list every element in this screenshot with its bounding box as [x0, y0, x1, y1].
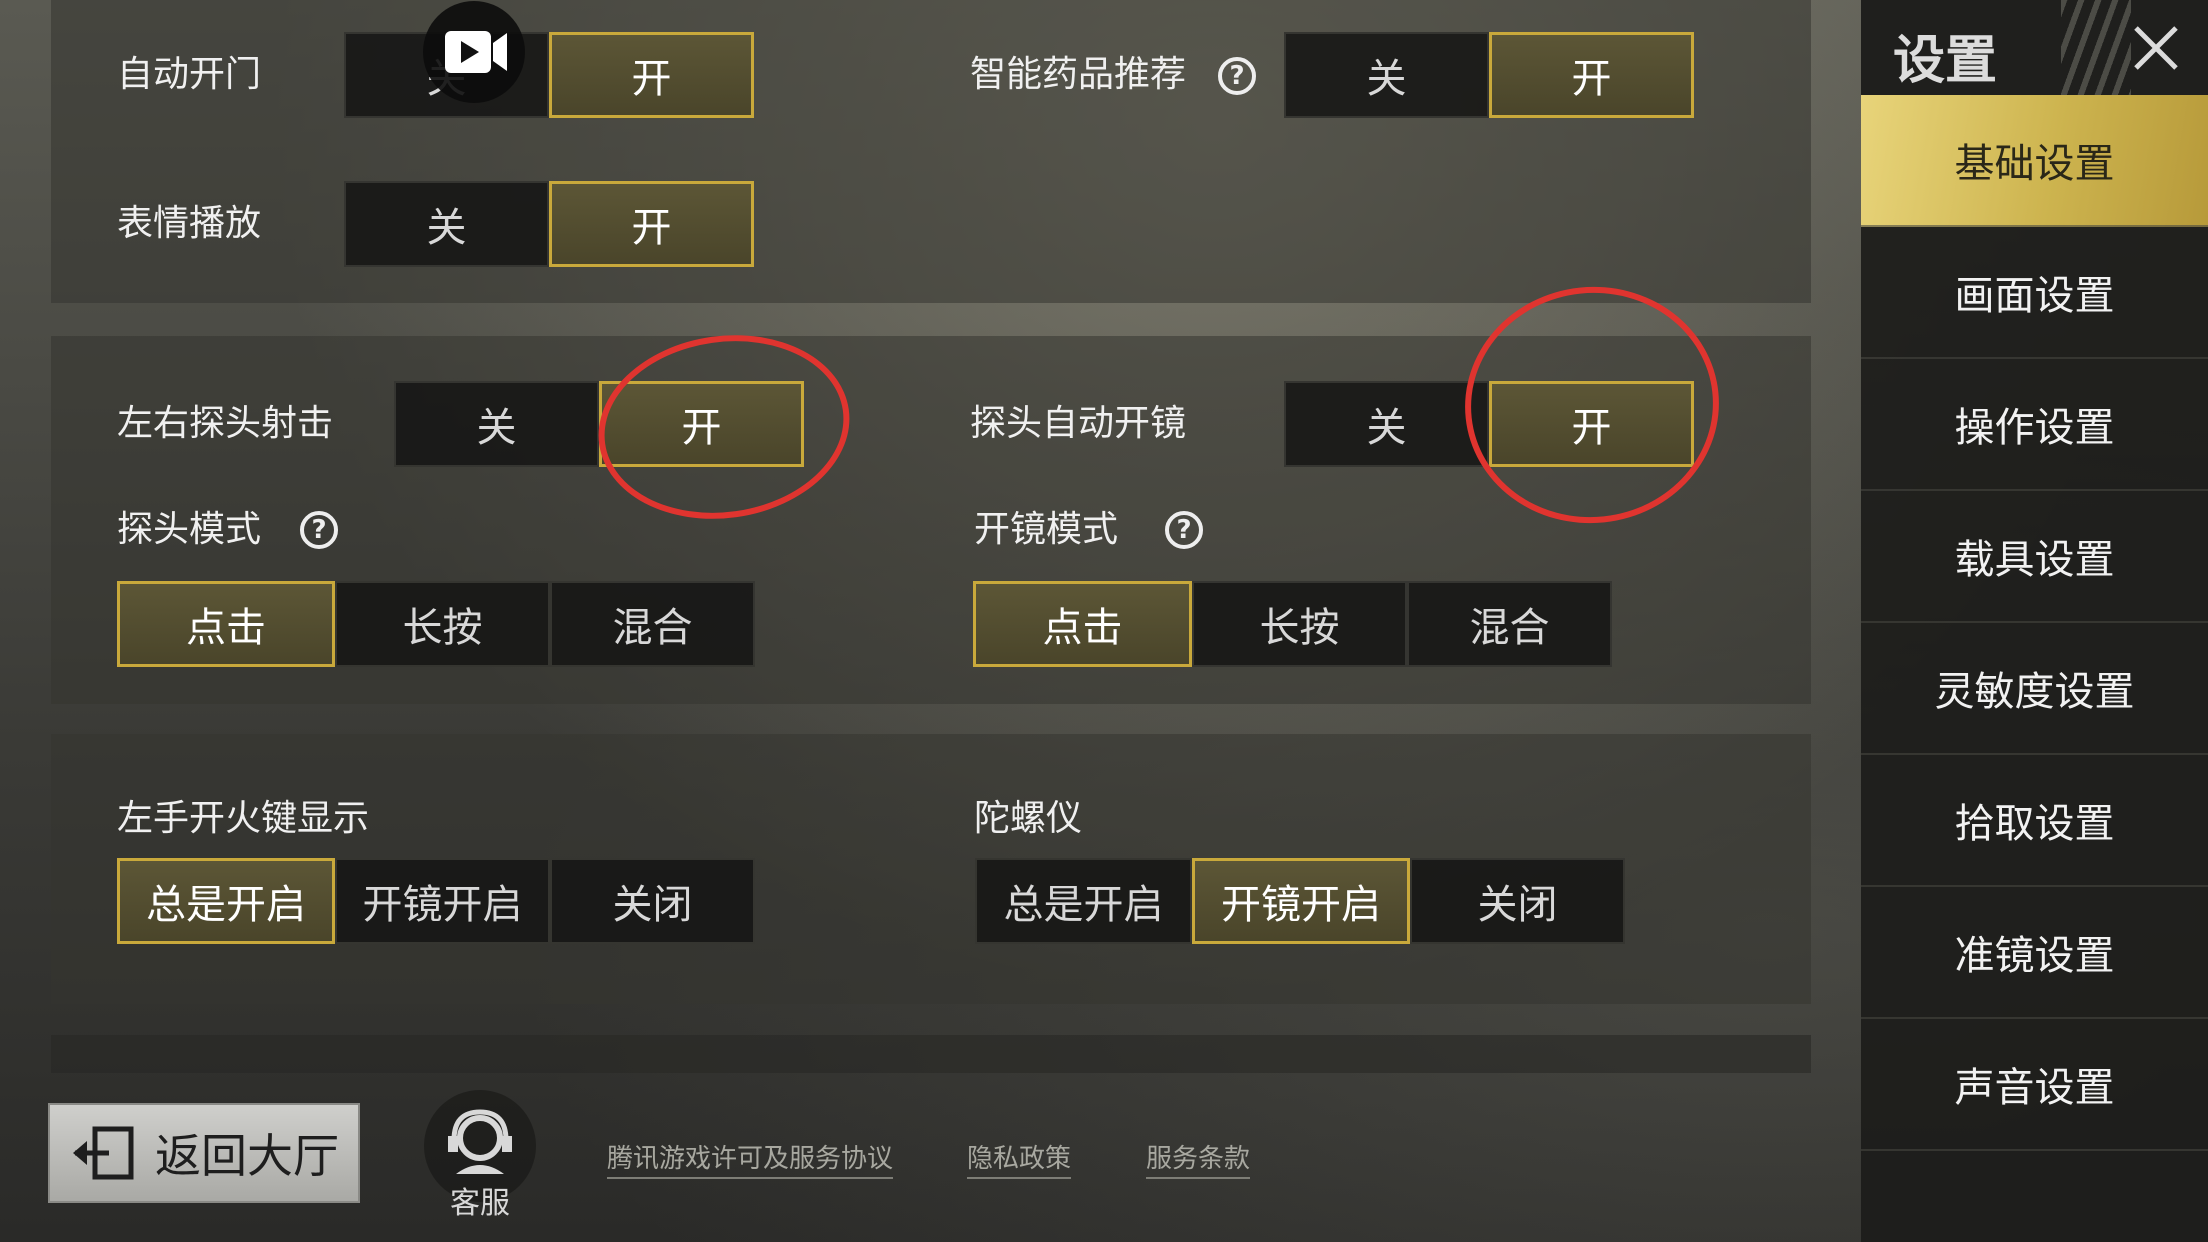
gyroscope-scoped[interactable]: 开镜开启	[1192, 858, 1410, 944]
emote-play-on[interactable]: 开	[549, 181, 754, 267]
header-decoration	[2061, 0, 2131, 95]
lean-mode-tap[interactable]: 点击	[117, 581, 335, 667]
auto-door-on[interactable]: 开	[549, 32, 754, 118]
customer-service-label: 客服	[450, 1186, 510, 1221]
close-icon	[2134, 26, 2178, 70]
lean-fire-off[interactable]: 关	[394, 381, 599, 467]
left-fire-display-label: 左手开火键显示	[117, 798, 370, 839]
return-lobby-label: 返回大厅	[155, 1129, 339, 1183]
sidebar-item-sensitivity[interactable]: 灵敏度设置	[1861, 623, 2208, 755]
left-fire-display-selector: 总是开启 开镜开启 关闭	[117, 858, 755, 944]
sidebar-title: 设置	[1893, 31, 1998, 91]
customer-service-button[interactable]: 客服	[420, 1090, 540, 1221]
left-fire-scoped[interactable]: 开镜开启	[335, 858, 550, 944]
gyroscope-off[interactable]: 关闭	[1410, 858, 1625, 944]
lean-fire-label: 左右探头射击	[117, 403, 334, 444]
gyroscope-always[interactable]: 总是开启	[975, 858, 1192, 944]
scope-mode-mixed[interactable]: 混合	[1407, 581, 1612, 667]
emote-play-label: 表情播放	[117, 203, 262, 244]
auto-door-label: 自动开门	[117, 54, 262, 95]
gyroscope-label: 陀螺仪	[974, 798, 1083, 839]
help-icon[interactable]: ?	[300, 511, 338, 549]
smart-meds-label: 智能药品推荐	[970, 54, 1187, 95]
sidebar-item-audio[interactable]: 声音设置	[1861, 1019, 2208, 1151]
help-icon[interactable]: ?	[1218, 57, 1256, 95]
gyroscope-selector: 总是开启 开镜开启 关闭	[975, 858, 1625, 944]
smart-meds-toggle: 关 开	[1284, 32, 1694, 118]
lean-auto-scope-label: 探头自动开镜	[970, 403, 1187, 444]
terms-of-service-link[interactable]: 服务条款	[1146, 1138, 1251, 1179]
scope-mode-hold[interactable]: 长按	[1192, 581, 1407, 667]
left-fire-off[interactable]: 关闭	[550, 858, 755, 944]
settings-panel-extra	[51, 1035, 1811, 1073]
lean-auto-scope-off[interactable]: 关	[1284, 381, 1489, 467]
return-lobby-button[interactable]: 返回大厅	[48, 1103, 360, 1203]
smart-meds-off[interactable]: 关	[1284, 32, 1489, 118]
sidebar-item-controls[interactable]: 操作设置	[1861, 359, 2208, 491]
sidebar-item-vehicle[interactable]: 载具设置	[1861, 491, 2208, 623]
sidebar-item-pickup[interactable]: 拾取设置	[1861, 755, 2208, 887]
lean-mode-label: 探头模式	[117, 509, 262, 550]
lean-mode-hold[interactable]: 长按	[335, 581, 550, 667]
exit-door-icon	[73, 1126, 134, 1180]
sidebar-item-scope[interactable]: 准镜设置	[1861, 887, 2208, 1019]
tencent-license-link[interactable]: 腾讯游戏许可及服务协议	[607, 1138, 894, 1179]
auto-door-toggle: 关 开	[344, 32, 754, 118]
help-icon[interactable]: ?	[1165, 511, 1203, 549]
emote-play-toggle: 关 开	[344, 181, 754, 267]
scope-mode-selector: 点击 长按 混合	[973, 581, 1612, 667]
sidebar-item-basic[interactable]: 基础设置	[1861, 95, 2208, 227]
smart-meds-on[interactable]: 开	[1489, 32, 1694, 118]
lean-mode-selector: 点击 长按 混合	[117, 581, 755, 667]
scope-mode-label: 开镜模式	[974, 509, 1119, 550]
sidebar-header: 设置	[1861, 0, 2208, 95]
record-video-button[interactable]	[423, 1, 525, 103]
emote-play-off[interactable]: 关	[344, 181, 549, 267]
sidebar-item-graphics[interactable]: 画面设置	[1861, 227, 2208, 359]
left-fire-always[interactable]: 总是开启	[117, 858, 335, 944]
record-video-icon	[445, 31, 507, 73]
lean-mode-mixed[interactable]: 混合	[550, 581, 755, 667]
settings-sidebar: 设置 基础设置 画面设置 操作设置 载具设置 灵敏度设置 拾取设置 准镜设置 声…	[1861, 0, 2208, 1242]
scope-mode-tap[interactable]: 点击	[973, 581, 1192, 667]
privacy-policy-link[interactable]: 隐私政策	[967, 1138, 1072, 1179]
close-button[interactable]	[2126, 18, 2186, 78]
